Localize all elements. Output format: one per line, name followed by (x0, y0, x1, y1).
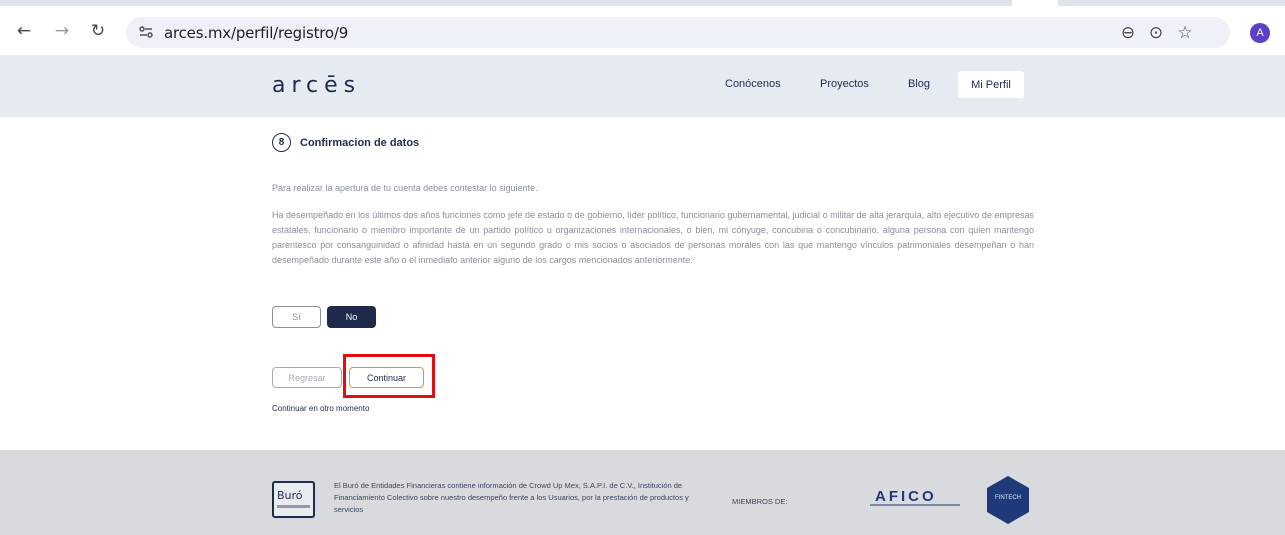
step-title: Confirmacion de datos (300, 136, 420, 149)
step-heading: 8 Confirmacion de datos (272, 133, 419, 152)
profile-avatar[interactable]: A (1250, 23, 1270, 43)
fintech-logo-text: FINTECH (995, 495, 1021, 501)
site-footer: Buró El Buró de Entidades Financieras co… (0, 450, 1285, 535)
back-button[interactable]: Regresar (272, 367, 342, 388)
members-label: MIEMBROS DE: (732, 497, 788, 506)
nav-blog[interactable]: Blog (908, 78, 930, 90)
tab-strip (0, 0, 1285, 6)
bookmark-star-icon[interactable]: ☆ (1176, 23, 1194, 43)
option-yes-button[interactable]: Sí (272, 306, 321, 328)
address-bar[interactable]: arces.mx/perfil/registro/9 ⊖ ⊙ ☆ (126, 17, 1230, 48)
continue-later-link[interactable]: Continuar en otro momento (272, 404, 369, 413)
nav-mi-perfil[interactable]: Mi Perfil (958, 71, 1024, 98)
url-text[interactable]: arces.mx/perfil/registro/9 (164, 24, 348, 42)
option-no-button[interactable]: No (327, 306, 376, 328)
browser-toolbar: ← → ↻ arces.mx/perfil/registro/9 ⊖ ⊙ ☆ A (0, 0, 1285, 55)
continue-button[interactable]: Continuar (349, 367, 424, 388)
location-icon[interactable]: ⊙ (1147, 23, 1165, 43)
forward-arrow-icon[interactable]: → (52, 21, 72, 41)
pep-question-text: Ha desempeñado en los últimos dos años f… (272, 210, 1034, 265)
intro-text: Para realizar la apertura de tu cuenta d… (272, 183, 538, 193)
buro-logo[interactable]: Buró (272, 481, 315, 518)
buro-legal-text: El Buró de Entidades Financieras contien… (334, 481, 689, 514)
arces-logo[interactable]: arcēs (272, 73, 361, 98)
reload-icon[interactable]: ↻ (88, 21, 108, 41)
zoom-icon[interactable]: ⊖ (1119, 23, 1137, 43)
site-settings-icon[interactable] (138, 24, 154, 40)
afico-logo[interactable]: AFICO (875, 488, 937, 505)
step-number-badge: 8 (272, 133, 291, 152)
buro-logo-text: Buró (277, 489, 303, 502)
site-header: arcēs Conócenos Proyectos Blog Mi Perfil (0, 55, 1285, 117)
nav-conocenos[interactable]: Conócenos (725, 78, 781, 90)
nav-proyectos[interactable]: Proyectos (820, 78, 869, 90)
back-arrow-icon[interactable]: ← (14, 21, 34, 41)
